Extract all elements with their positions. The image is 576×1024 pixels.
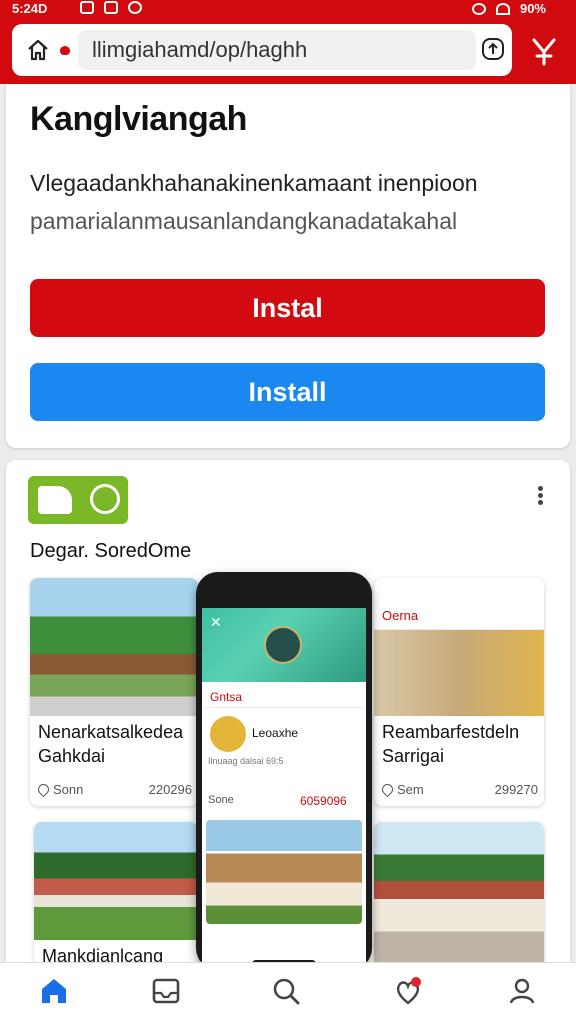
- site-favicon: [60, 46, 70, 55]
- feed-card: Degar. SoredOme Nenarkatsalkedea Gahkdai…: [6, 460, 570, 970]
- feed-tile[interactable]: [374, 822, 544, 970]
- notification-icon: [128, 1, 142, 14]
- install-button-primary[interactable]: Instal: [30, 279, 545, 337]
- more-options-icon[interactable]: [530, 484, 550, 510]
- phone-hero-banner: ✕: [202, 608, 366, 682]
- browser-toolbar: llimgiahamd/op/haghh: [0, 18, 576, 84]
- tile-title: Reambarfestdeln Sarrigai: [382, 722, 520, 766]
- tile-title: Nenarkatsalkedea Gahkdai: [38, 722, 184, 766]
- feed-tile[interactable]: Mankdianlcang: [34, 822, 198, 970]
- tile-image: [374, 822, 544, 970]
- home-icon[interactable]: [38, 975, 70, 1007]
- app-description: Vlegaadankhahanakinenkamaant inenpioon: [30, 170, 478, 196]
- profile-icon[interactable]: [506, 975, 538, 1007]
- inbox-icon[interactable]: [150, 975, 182, 1007]
- logo-circle: [90, 484, 120, 514]
- battery-label: 90%: [519, 1, 546, 16]
- notification-icon: [104, 1, 118, 14]
- bottom-navigation: [0, 962, 576, 1024]
- tile-header-title: Oerna: [382, 608, 419, 623]
- logo-shape: [38, 486, 72, 514]
- app-title: Kanglviangah: [30, 100, 247, 138]
- post-image: [206, 820, 362, 924]
- post-likes-label: Sone: [208, 794, 234, 806]
- heart-icon: [35, 781, 52, 798]
- brand-logo: [28, 476, 128, 524]
- menu-icon[interactable]: [528, 34, 560, 68]
- post-time: Ilnuaag dalsai 69:5: [208, 756, 284, 766]
- wifi-icon: [495, 2, 510, 15]
- status-notification-icons: [80, 1, 142, 14]
- feed-tile[interactable]: Oerna Reambarfestdeln Sarrigai Sem 29927…: [374, 578, 544, 806]
- avatar: [210, 716, 246, 752]
- tile-like[interactable]: Sem: [379, 781, 424, 798]
- url-input[interactable]: llimgiahamd/op/haghh: [78, 30, 476, 70]
- notifications-icon[interactable]: [392, 975, 424, 1007]
- install-button-secondary[interactable]: Install: [30, 363, 545, 421]
- notification-icon: [80, 1, 94, 14]
- tile-header: Oerna: [374, 578, 544, 630]
- phone-bar-title: Gntsa: [210, 690, 243, 704]
- status-right: 90%: [471, 1, 546, 16]
- post-likes-count: 6059096: [300, 794, 347, 808]
- tile-count: 299270: [494, 782, 538, 797]
- install-card: Kanglviangah Vlegaadankhahanakinenkamaan…: [6, 84, 570, 448]
- home-icon[interactable]: [26, 38, 50, 62]
- phone-screen: ✕ Gntsa Leoaxhe Ilnuaag dalsai 69:5 Sone…: [202, 608, 366, 970]
- feed-tile[interactable]: Nenarkatsalkedea Gahkdai Sonn 220296: [30, 578, 198, 806]
- close-icon: ✕: [210, 614, 222, 630]
- heart-icon: [379, 781, 396, 798]
- phone-mockup: ✕ Gntsa Leoaxhe Ilnuaag dalsai 69:5 Sone…: [196, 572, 372, 970]
- alarm-icon: [471, 2, 486, 15]
- address-bar: llimgiahamd/op/haghh: [12, 24, 512, 76]
- tile-image: [374, 630, 544, 716]
- app-badge-icon: [264, 626, 302, 664]
- tile-image: [30, 578, 198, 716]
- app-description-secondary: pamarialanmausanlandangkanadatakahal: [30, 208, 458, 234]
- search-icon[interactable]: [270, 975, 302, 1007]
- tile-count: 220296: [148, 782, 192, 797]
- share-icon[interactable]: [480, 36, 506, 62]
- section-title: Degar. SoredOme: [30, 540, 192, 562]
- phone-tab-bar: Gntsa: [202, 686, 366, 708]
- status-time: 5:24D: [12, 1, 48, 16]
- tile-like[interactable]: Sonn: [35, 781, 83, 798]
- tile-image: [34, 822, 198, 940]
- post-author: Leoaxhe: [252, 726, 299, 740]
- status-bar: 5:24D 90%: [0, 0, 576, 18]
